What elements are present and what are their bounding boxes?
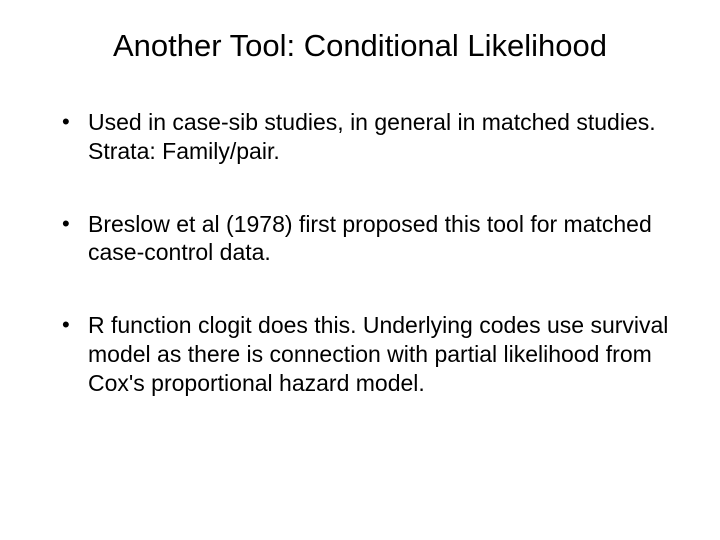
bullet-item: R function clogit does this. Underlying … <box>60 311 680 397</box>
bullet-list: Used in case-sib studies, in general in … <box>60 108 680 397</box>
slide-title: Another Tool: Conditional Likelihood <box>40 28 680 64</box>
slide: Another Tool: Conditional Likelihood Use… <box>0 0 720 540</box>
bullet-item: Used in case-sib studies, in general in … <box>60 108 680 166</box>
bullet-item: Breslow et al (1978) first proposed this… <box>60 210 680 268</box>
